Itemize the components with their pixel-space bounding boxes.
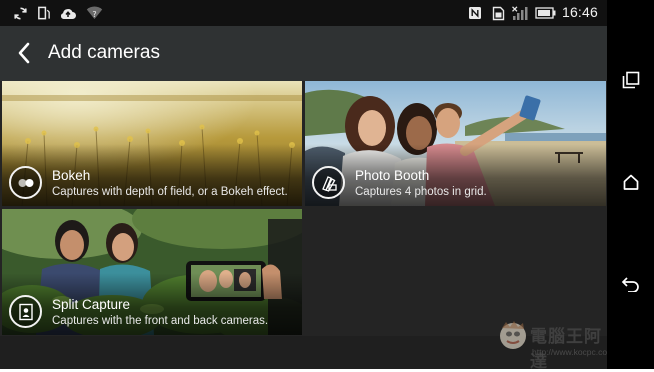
camera-tile-photo-booth[interactable]: Photo Booth Captures 4 photos in grid. [305,81,606,206]
cloud-upload-icon [58,5,78,21]
status-bar: ? 16:46 [0,0,607,26]
watermark: 電腦王阿達 http://www.kocpc.com.tw [496,318,625,372]
bokeh-icon [9,166,42,199]
signal-off-icon [511,5,529,21]
tile-title: Photo Booth [355,168,430,183]
back-icon[interactable] [615,268,647,300]
battery-icon [534,5,556,21]
sim-icon [490,5,506,21]
tile-title: Split Capture [52,297,131,312]
page-title: Add cameras [48,42,160,63]
tile-description: Captures 4 photos in grid. [355,186,487,198]
home-icon[interactable] [615,166,647,198]
photo-booth-icon [312,166,345,199]
camera-tile-split-capture[interactable]: Split Capture Captures with the front an… [2,209,302,335]
status-clock: 16:46 [561,4,598,20]
tile-title: Bokeh [52,168,91,183]
nfc-icon [467,5,483,21]
camera-tile-bokeh[interactable]: Bokeh Captures with depth of field, or a… [2,81,302,206]
back-arrow-icon[interactable] [10,38,38,68]
action-bar: Add cameras [0,26,607,81]
split-capture-icon [9,295,42,328]
watermark-mascot-icon [500,321,526,349]
screen-rotate-icon [36,5,52,21]
tile-description: Captures with the front and back cameras… [52,315,269,327]
tile-description: Captures with depth of field, or a Bokeh… [52,186,288,198]
android-screen: ? 16:46 Add cameras Bokeh Captures with … [0,0,654,372]
svg-text:?: ? [92,10,96,19]
sync-icon [12,5,28,21]
wifi-question-icon: ? [85,5,103,21]
recent-apps-icon[interactable] [615,64,647,96]
navigation-bar [607,0,654,369]
